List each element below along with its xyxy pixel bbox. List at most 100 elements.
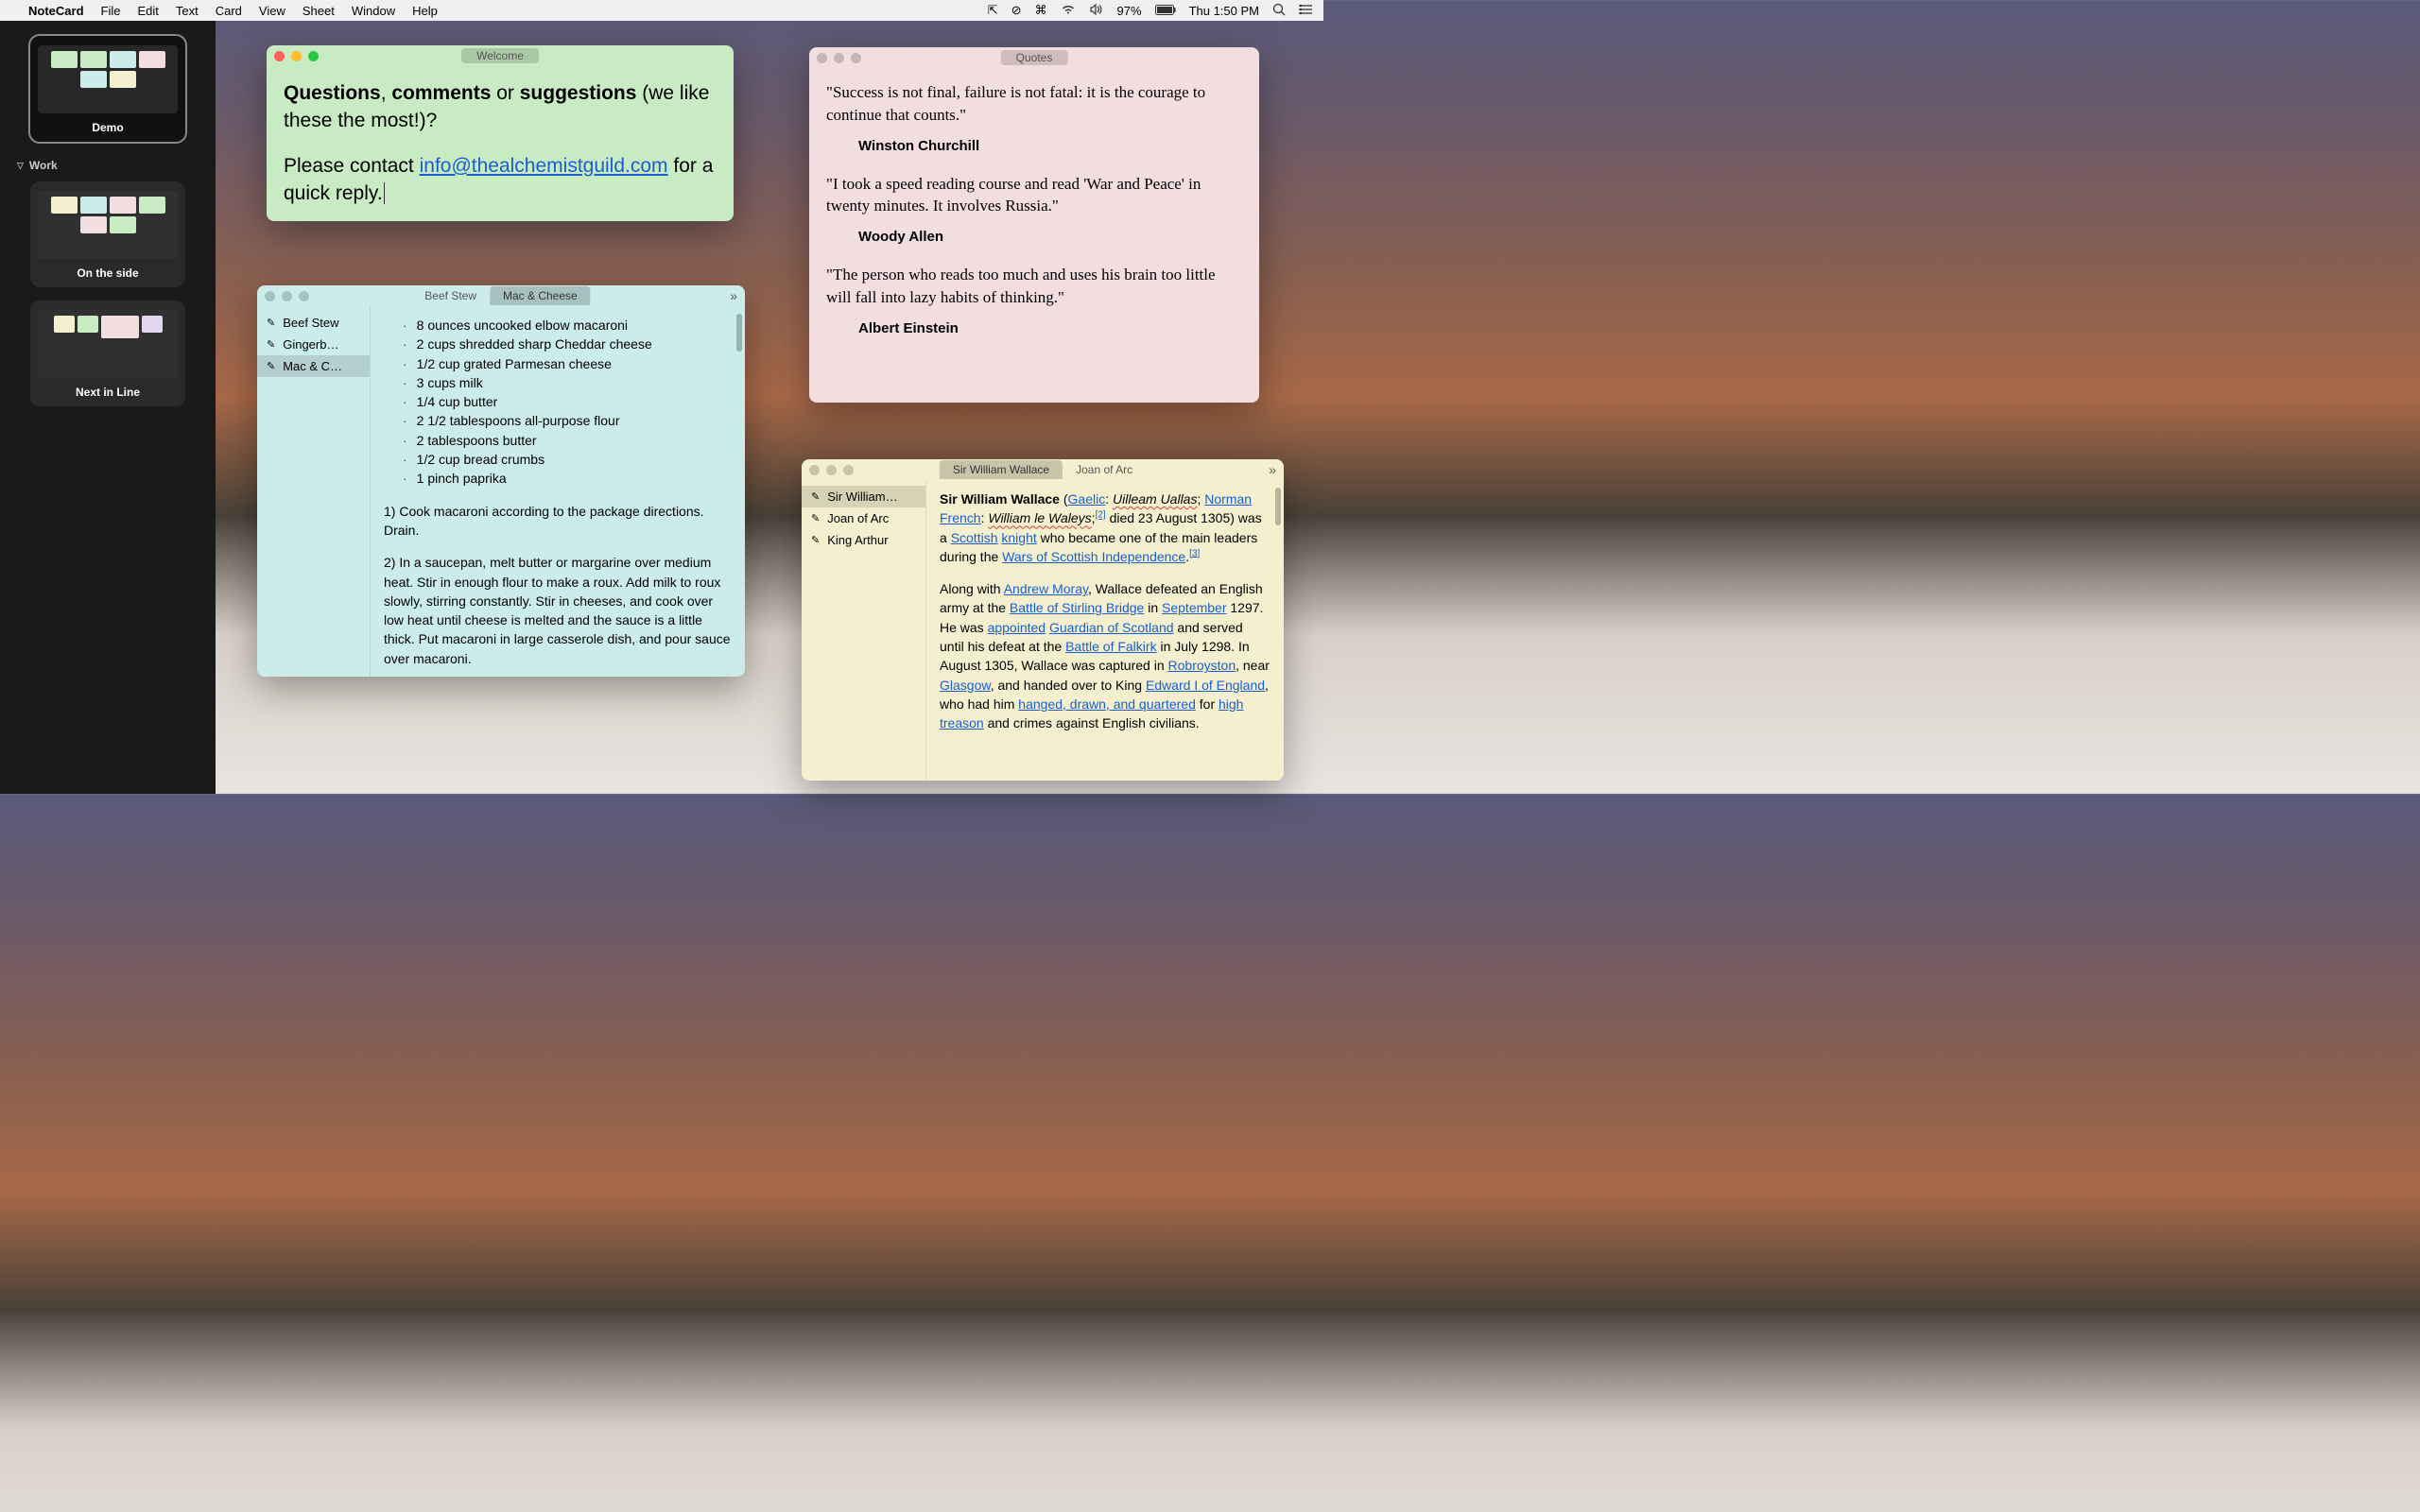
link[interactable]: Scottish: [951, 530, 998, 545]
titlebar[interactable]: Beef Stew Mac & Cheese »: [257, 285, 745, 306]
titlebar[interactable]: Sir William Wallace Joan of Arc »: [802, 459, 1284, 480]
card-history[interactable]: Sir William Wallace Joan of Arc » ✎Sir W…: [802, 459, 1284, 781]
link[interactable]: Gaelic: [1068, 491, 1106, 507]
card-quotes[interactable]: Quotes "Success is not final, failure is…: [809, 47, 1259, 403]
disclosure-triangle-icon[interactable]: ▽: [17, 161, 24, 171]
zoom-button[interactable]: [851, 53, 861, 63]
link[interactable]: knight: [1001, 530, 1036, 545]
text-bold: comments: [391, 82, 491, 104]
menu-help[interactable]: Help: [412, 4, 438, 18]
workspace-sidebar: Demo ▽ Work On the side Next in Line: [0, 21, 216, 794]
minimize-button[interactable]: [834, 53, 844, 63]
tab-wallace[interactable]: Sir William Wallace: [940, 460, 1063, 479]
quote-attribution: Winston Churchill: [858, 136, 1242, 156]
link[interactable]: hanged, drawn, and quartered: [1018, 696, 1196, 712]
tab-strip: Beef Stew Mac & Cheese: [411, 286, 590, 305]
recipe-content[interactable]: 8 ounces uncooked elbow macaroni 2 cups …: [371, 306, 745, 677]
menu-view[interactable]: View: [259, 4, 285, 18]
text-bold: Questions: [284, 82, 381, 104]
menu-file[interactable]: File: [101, 4, 121, 18]
close-button[interactable]: [809, 465, 820, 475]
volume-icon[interactable]: [1089, 4, 1104, 18]
article-title: Sir William Wallace: [940, 491, 1060, 507]
menu-edit[interactable]: Edit: [137, 4, 158, 18]
menu-window[interactable]: Window: [352, 4, 395, 18]
battery-percentage: 97%: [1117, 4, 1142, 18]
sidebar-group-work[interactable]: ▽ Work: [8, 155, 208, 176]
screen-share-icon[interactable]: ⇱: [988, 3, 998, 18]
list-item[interactable]: ✎King Arthur: [802, 529, 925, 551]
tab-overflow-icon[interactable]: »: [730, 288, 737, 303]
list-item[interactable]: ✎Gingerb…: [257, 334, 370, 355]
clock-icon[interactable]: ⊘: [1011, 3, 1022, 18]
zoom-button[interactable]: [843, 465, 854, 475]
pencil-icon: ✎: [811, 534, 820, 546]
minimize-button[interactable]: [282, 291, 292, 301]
list-item[interactable]: ✎Sir William…: [802, 486, 925, 507]
close-button[interactable]: [274, 51, 285, 61]
link[interactable]: Guardian of Scotland: [1049, 620, 1174, 635]
link[interactable]: Battle of Falkirk: [1065, 639, 1156, 654]
minimize-button[interactable]: [826, 465, 837, 475]
pencil-icon: ✎: [267, 360, 275, 372]
card-welcome[interactable]: Welcome Questions, comments or suggestio…: [267, 45, 734, 221]
close-button[interactable]: [817, 53, 827, 63]
tab-beef-stew[interactable]: Beef Stew: [411, 286, 490, 305]
quote-attribution: Woody Allen: [858, 227, 1242, 247]
bluetooth-icon[interactable]: ⌘: [1035, 3, 1047, 18]
card-recipes[interactable]: Beef Stew Mac & Cheese » ✎Beef Stew ✎Gin…: [257, 285, 745, 677]
card-title: Quotes: [1001, 50, 1068, 65]
pencil-icon: ✎: [267, 338, 275, 351]
link[interactable]: Glasgow: [940, 678, 991, 693]
menu-sheet[interactable]: Sheet: [302, 4, 335, 18]
menubar-clock[interactable]: Thu 1:50 PM: [1189, 4, 1259, 18]
email-link[interactable]: info@thealchemistguild.com: [420, 155, 668, 177]
tab-overflow-icon[interactable]: »: [1269, 462, 1276, 477]
scrollbar[interactable]: [1275, 488, 1281, 680]
link[interactable]: September: [1162, 600, 1226, 615]
list-item[interactable]: ✎Beef Stew: [257, 312, 370, 334]
history-list: ✎Sir William… ✎Joan of Arc ✎King Arthur: [802, 480, 926, 781]
wifi-icon[interactable]: [1061, 4, 1076, 18]
pencil-icon: ✎: [811, 512, 820, 524]
sidebar-item-on-the-side[interactable]: On the side: [30, 181, 185, 287]
menu-text[interactable]: Text: [176, 4, 199, 18]
zoom-button[interactable]: [299, 291, 309, 301]
recipe-step: 2) In a saucepan, melt butter or margari…: [384, 553, 732, 668]
list-item[interactable]: ✎Joan of Arc: [802, 507, 925, 529]
list-item[interactable]: ✎Mac & C…: [257, 355, 370, 377]
citation-link[interactable]: [3]: [1189, 548, 1200, 558]
citation-link[interactable]: [2]: [1096, 510, 1106, 521]
pencil-icon: ✎: [267, 317, 275, 329]
minimize-button[interactable]: [291, 51, 302, 61]
close-button[interactable]: [265, 291, 275, 301]
notification-center-icon[interactable]: [1299, 4, 1312, 18]
scrollbar[interactable]: [736, 314, 742, 548]
tab-strip: Sir William Wallace Joan of Arc: [940, 460, 1146, 479]
card-body[interactable]: "Success is not final, failure is not fa…: [809, 68, 1259, 403]
battery-icon[interactable]: [1155, 4, 1176, 18]
sidebar-item-next-in-line[interactable]: Next in Line: [30, 301, 185, 406]
history-content[interactable]: Sir William Wallace (Gaelic: Uilleam Ual…: [926, 480, 1284, 781]
pencil-icon: ✎: [811, 490, 820, 503]
link[interactable]: Edward I of England: [1146, 678, 1265, 693]
menubar: NoteCard File Edit Text Card View Sheet …: [0, 0, 1323, 21]
recipe-step: 1) Cook macaroni according to the packag…: [384, 502, 732, 541]
app-menu[interactable]: NoteCard: [28, 4, 84, 18]
spotlight-icon[interactable]: [1272, 3, 1286, 19]
link[interactable]: Andrew Moray: [1004, 581, 1088, 596]
tab-joan[interactable]: Joan of Arc: [1063, 460, 1146, 479]
menu-card[interactable]: Card: [216, 4, 242, 18]
card-body[interactable]: Questions, comments or suggestions (we l…: [267, 66, 734, 221]
link[interactable]: Battle of Stirling Bridge: [1010, 600, 1144, 615]
link[interactable]: appointed: [988, 620, 1046, 635]
tab-mac-cheese[interactable]: Mac & Cheese: [490, 286, 591, 305]
recipe-list: ✎Beef Stew ✎Gingerb… ✎Mac & C…: [257, 306, 371, 677]
sidebar-item-label: On the side: [38, 266, 178, 280]
titlebar[interactable]: Quotes: [809, 47, 1259, 68]
zoom-button[interactable]: [308, 51, 319, 61]
titlebar[interactable]: Welcome: [267, 45, 734, 66]
sidebar-item-demo[interactable]: Demo: [30, 36, 185, 142]
link[interactable]: Wars of Scottish Independence: [1002, 549, 1185, 564]
link[interactable]: Robroyston: [1168, 658, 1236, 673]
